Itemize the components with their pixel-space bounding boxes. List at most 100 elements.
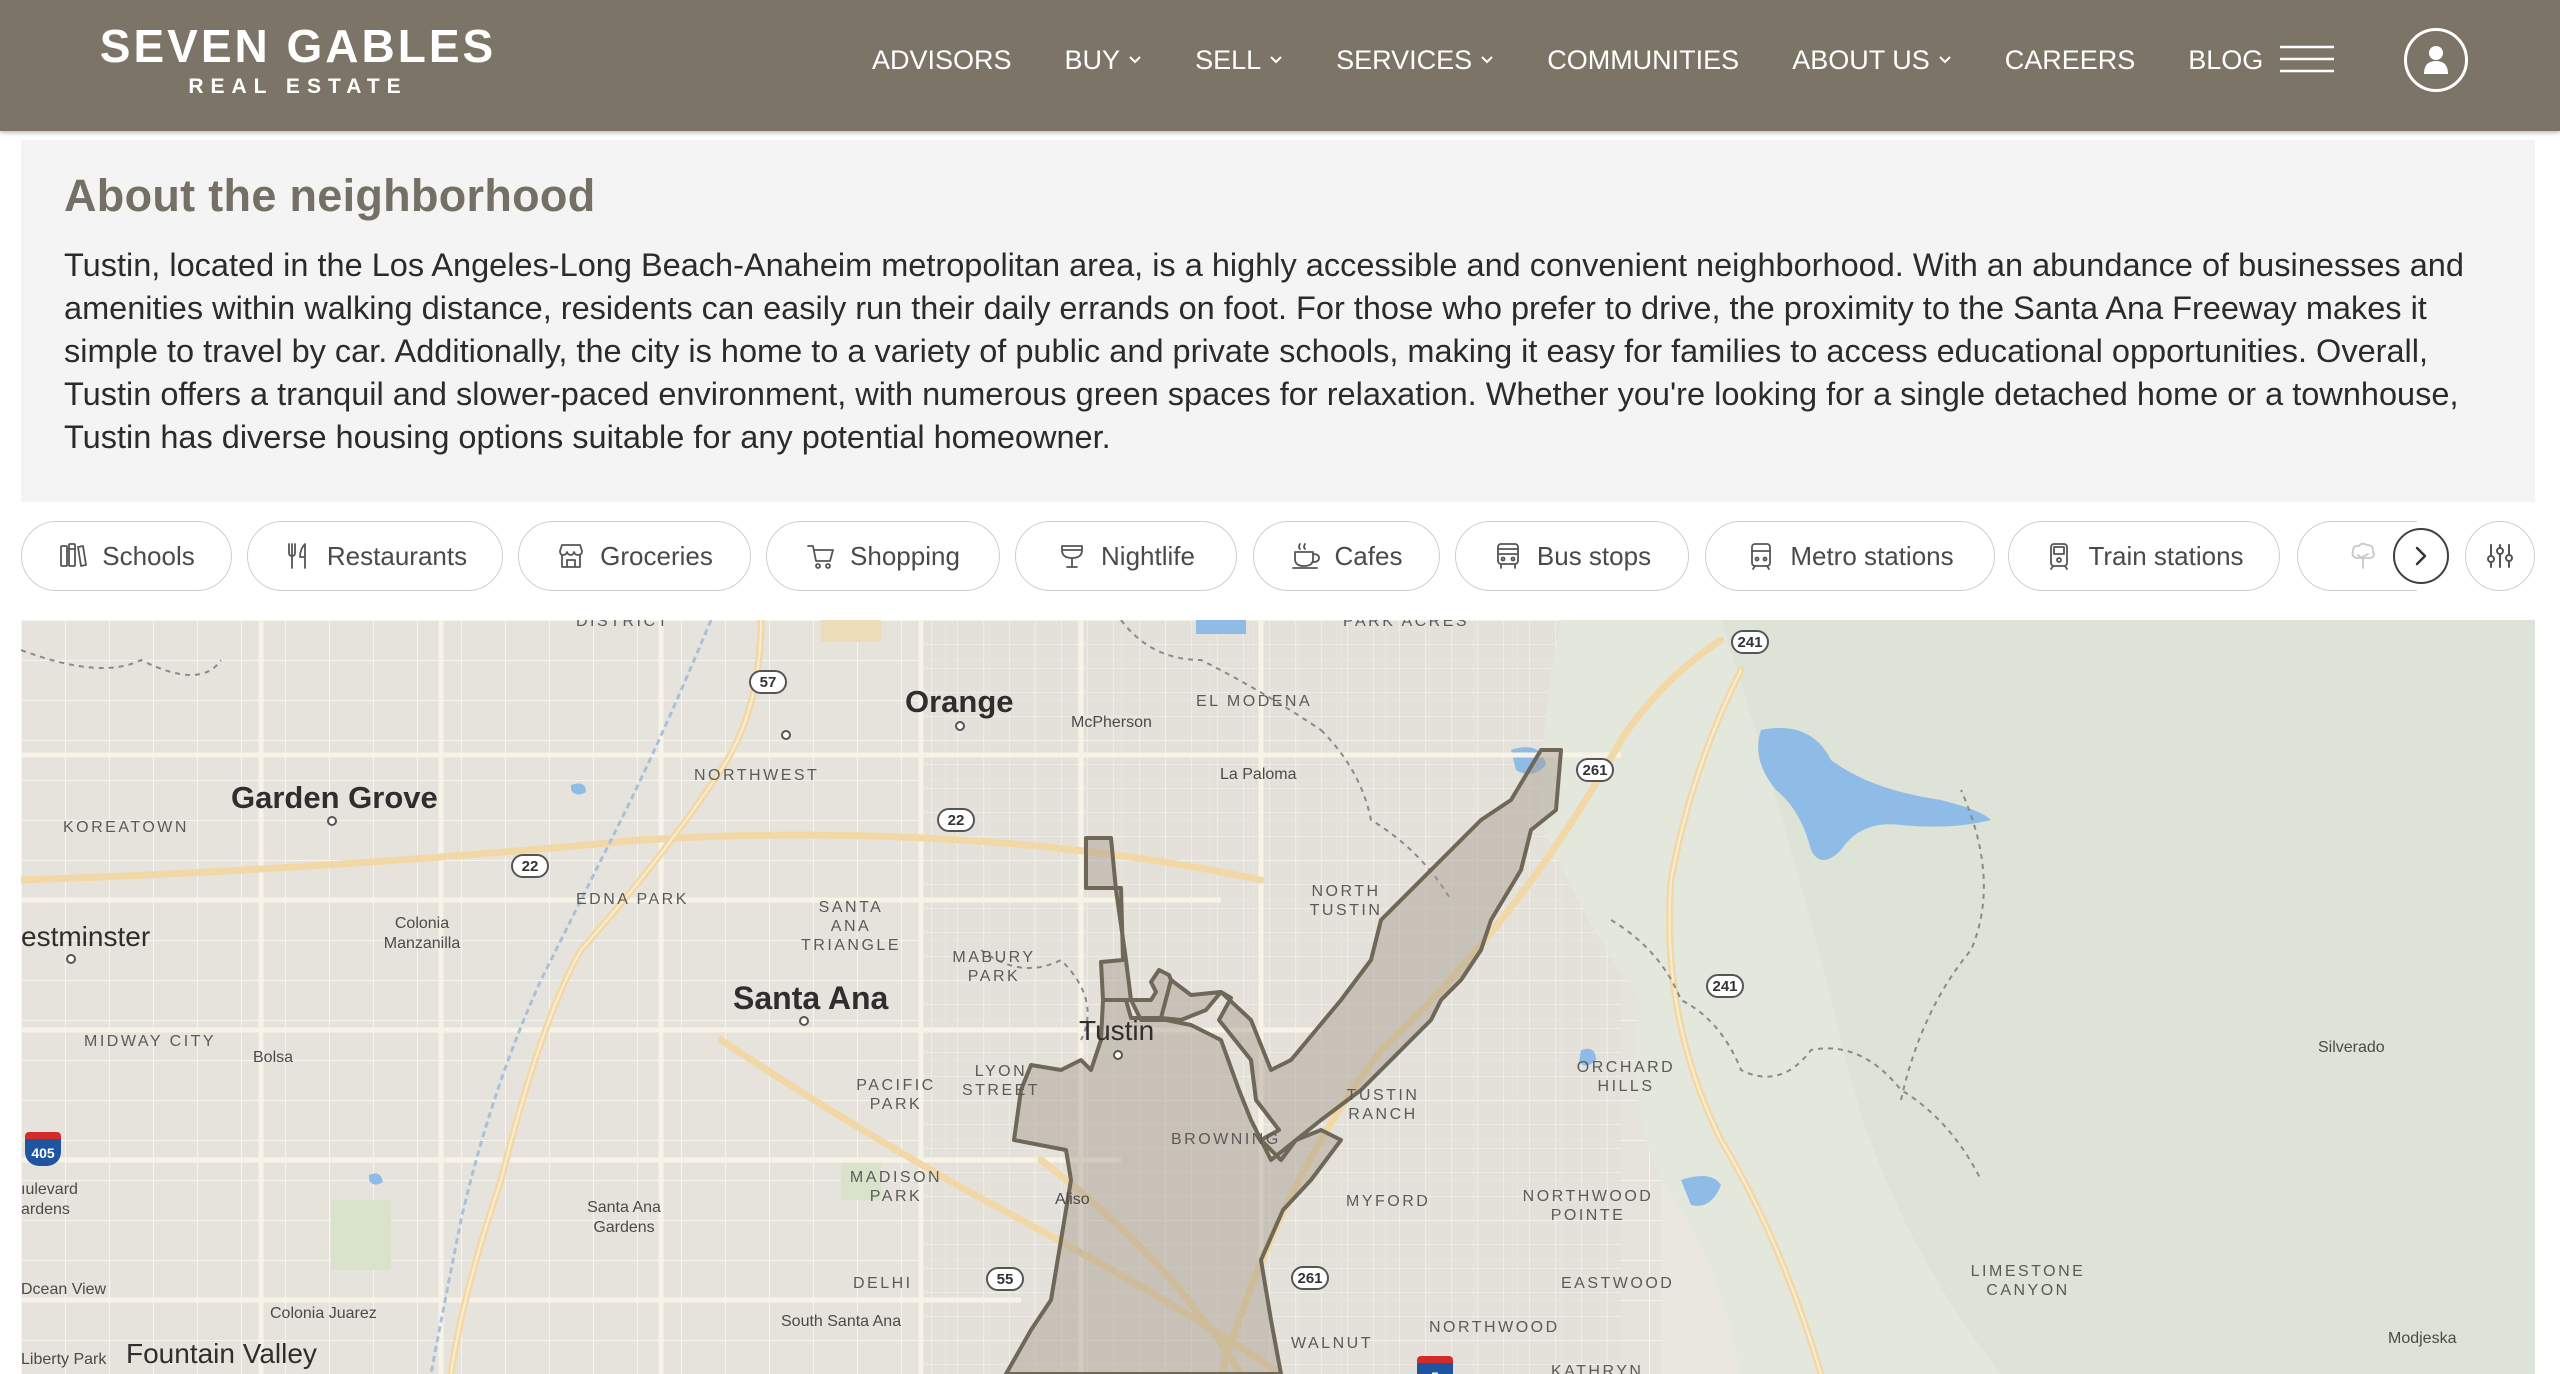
map-neighborhood-label: EDNA PARK	[576, 891, 689, 908]
main-nav: ADVISORS BUY SELL SERVICES COMMUNITIES ABOUT …	[872, 36, 2316, 84]
map-neighborhood-label: LYON STREET	[961, 1063, 1041, 1099]
map-place-label: ıulevard ardens	[21, 1181, 78, 1218]
map-city-label: Orange	[905, 684, 1014, 719]
map-neighborhood-label: NORTHWOOD POINTE	[1522, 1188, 1654, 1224]
chip-label: Cafes	[1334, 540, 1403, 571]
highway-shield: 261	[1291, 1266, 1329, 1290]
category-groceries-chip[interactable]: Groceries	[518, 521, 751, 591]
chip-label: Restaurants	[326, 540, 468, 571]
site-logo[interactable]: SEVEN GABLES REAL ESTATE	[83, 20, 513, 100]
map-city-label: Tustin	[1079, 1015, 1155, 1046]
city-marker-icon	[327, 816, 337, 826]
nav-about-us[interactable]: ABOUT US	[1792, 45, 1952, 76]
map-neighborhood-label: NORTH TUSTIN	[1309, 883, 1383, 919]
map-base-layer	[21, 620, 2535, 1374]
books-icon	[60, 543, 88, 567]
map-place-label: South Santa Ana	[781, 1313, 902, 1330]
map-city-label: estminster	[21, 921, 151, 952]
logo-wordmark: SEVEN GABLES	[99, 20, 497, 72]
chip-label: Bus stops	[1536, 540, 1652, 571]
city-marker-icon	[781, 730, 791, 740]
chip-label: Train stations	[2088, 540, 2244, 571]
nav-communities[interactable]: COMMUNITIES	[1547, 45, 1739, 76]
chip-label: Shopping	[850, 540, 960, 571]
map-neighborhood-label: NORTHWOOD	[1429, 1319, 1560, 1336]
map-place-label: McPherson	[1071, 714, 1152, 731]
nav-label: BLOG	[2188, 44, 2264, 75]
nav-services[interactable]: SERVICES	[1336, 45, 1494, 76]
category-schools-chip[interactable]: Schools	[21, 521, 232, 591]
poi-category-bar: Schools Restaurants Groceries Shopping Night…	[21, 521, 2535, 591]
chip-label: Nightlife	[1101, 540, 1195, 571]
sliders-icon	[2487, 544, 2513, 568]
nav-label: SELL	[1195, 44, 1262, 75]
map-neighborhood-label: LIMESTONE CANYON	[1970, 1263, 2086, 1299]
tree-icon	[2351, 542, 2375, 569]
highway-shield: 241	[1731, 630, 1769, 654]
fork-knife-icon	[288, 543, 306, 569]
nav-label: BUY	[1064, 44, 1121, 75]
chevron-down-icon	[1939, 56, 1951, 64]
nav-sell[interactable]: SELL	[1195, 45, 1283, 76]
category-shopping-chip[interactable]: Shopping	[766, 521, 1000, 591]
city-marker-icon	[955, 721, 965, 731]
map-place-label: Dcean View	[21, 1281, 107, 1298]
map-neighborhood-label: NORTHWEST	[694, 767, 820, 784]
chip-label: Metro stations	[1790, 540, 1954, 571]
map-place-label: Aliso	[1055, 1191, 1090, 1208]
about-neighborhood-section: About the neighborhood Tustin, located i…	[21, 140, 2535, 502]
highway-shield: 261	[1576, 758, 1614, 782]
map-neighborhood-label: KATHRYN	[1551, 1363, 1644, 1374]
nav-blog[interactable]: BLOG	[2188, 45, 2263, 76]
category-metro-stations-chip[interactable]: Metro stations	[1705, 521, 1995, 591]
nav-label: CAREERS	[2004, 44, 2136, 75]
city-marker-icon	[799, 1016, 809, 1026]
nav-advisors[interactable]: ADVISORS	[872, 45, 1012, 76]
map-neighborhood-label: MADISON PARK	[849, 1169, 943, 1205]
chip-label: Groceries	[600, 540, 713, 571]
map-place-label: Bolsa	[253, 1049, 294, 1066]
highway-shield: 55	[986, 1267, 1024, 1291]
map-neighborhood-label: MABURY PARK	[952, 949, 1036, 985]
bus-icon	[1497, 543, 1519, 569]
category-restaurants-chip[interactable]: Restaurants	[247, 521, 503, 591]
map-neighborhood-label: DELHI	[853, 1275, 913, 1292]
store-icon	[559, 544, 584, 568]
category-nightlife-chip[interactable]: Nightlife	[1015, 521, 1237, 591]
highway-shield: 22	[937, 808, 975, 832]
train-icon	[2050, 543, 2069, 570]
map-neighborhood-label: MIDWAY CITY	[84, 1033, 217, 1050]
map-neighborhood-label: SANTA ANA TRIANGLE	[800, 899, 901, 954]
map-neighborhood-label: WALNUT	[1291, 1335, 1373, 1352]
nav-buy[interactable]: BUY	[1065, 45, 1143, 76]
interstate-shield: 405	[25, 1132, 61, 1166]
account-button[interactable]	[2404, 28, 2468, 92]
category-train-stations-chip[interactable]: Train stations	[2008, 521, 2280, 591]
nav-label: COMMUNITIES	[1547, 44, 1740, 75]
category-cafes-chip[interactable]: Cafes	[1253, 521, 1440, 591]
highway-shield: 241	[1706, 974, 1744, 998]
chevron-down-icon	[1270, 56, 1282, 64]
highway-shield: 57	[749, 670, 787, 694]
category-bus-stops-chip[interactable]: Bus stops	[1455, 521, 1689, 591]
interstate-shield: 5	[1417, 1356, 1453, 1374]
map-place-label: Santa Ana Gardens	[587, 1199, 661, 1236]
map-filter-button[interactable]	[2465, 521, 2535, 591]
hamburger-menu-icon[interactable]	[2280, 44, 2334, 74]
nav-careers[interactable]: CAREERS	[2005, 45, 2136, 76]
map-place-label: Colonia Juarez	[270, 1305, 377, 1322]
city-marker-icon	[1113, 1050, 1123, 1060]
neighborhood-map[interactable]: Orange Garden Grove Santa Ana Tustin Fountai…	[21, 620, 2535, 1374]
map-neighborhood-label: DISTRICT	[576, 620, 670, 630]
chevron-right-icon	[2415, 546, 2427, 566]
map-neighborhood-label: EL MODENA	[1196, 693, 1313, 710]
cocktail-icon	[1061, 545, 1083, 568]
coffee-cup-icon	[1291, 543, 1320, 569]
scroll-next-button[interactable]	[2393, 528, 2449, 584]
map-place-label: Colonia Manzanilla	[383, 915, 461, 952]
map-city-label: Fountain Valley	[126, 1338, 317, 1369]
chevron-down-icon	[1481, 56, 1493, 64]
map-place-label: Liberty Park	[21, 1351, 107, 1368]
map-place-label: La Paloma	[1220, 766, 1297, 783]
site-header: SEVEN GABLES REAL ESTATE ADVISORS BUY SELL…	[0, 0, 2560, 131]
